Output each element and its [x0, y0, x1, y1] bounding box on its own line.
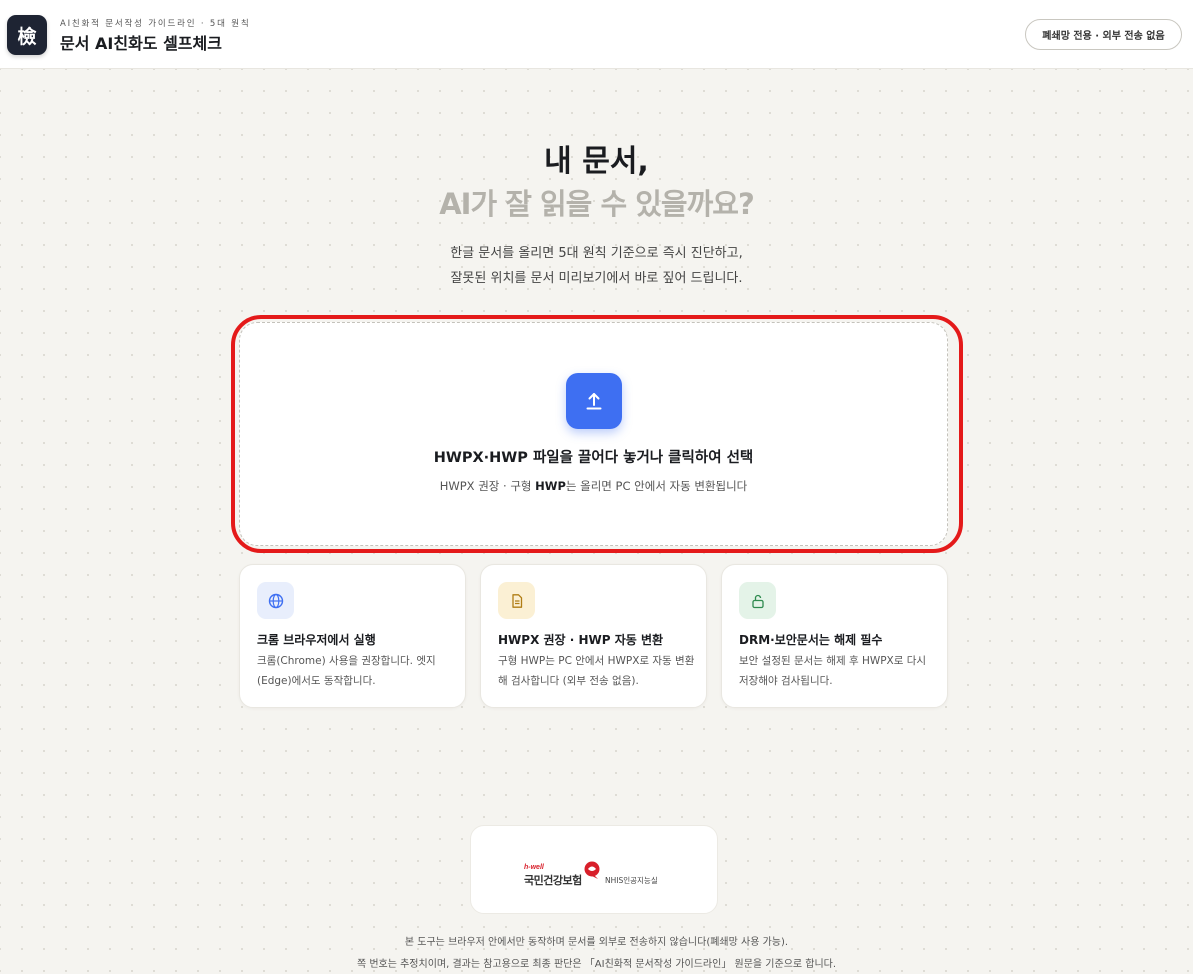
- card-body: 보안 설정된 문서는 해제 후 HWPX로 다시 저장해야 검사됩니다.: [739, 655, 927, 687]
- unlock-icon: [739, 582, 776, 619]
- app-title: 문서 AI친화도 셀프체크: [60, 34, 222, 53]
- nhis-ai-lab-label: NHIS인공지능실: [605, 876, 658, 885]
- card-title: 크롬 브라우저에서 실행: [257, 633, 376, 647]
- document-icon: [498, 582, 535, 619]
- card-title: DRM·보안문서는 해제 필수: [739, 633, 883, 647]
- partner-logo-card: h-well 국민건강보험 NHIS인공지능실: [470, 825, 718, 914]
- footer-note-disclaimer: 쪽 번호는 추정치이며, 결과는 참고용으로 최종 판단은 「AI친화적 문서작…: [356, 959, 837, 970]
- card-body: 크롬(Chrome) 사용을 권장합니다. 엣지(Edge)에서도 동작합니다.: [257, 655, 436, 687]
- hero-title-line2: AI가 잘 읽을 수 있을까요?: [439, 187, 755, 221]
- hwell-wordmark: h-well: [524, 864, 544, 871]
- nhis-name: 국민건강보험: [524, 874, 582, 887]
- header-subtitle: AI친화적 문서작성 가이드라인 · 5대 원칙: [60, 19, 251, 29]
- hero-title-line1: 내 문서,: [544, 144, 649, 179]
- footer-note-privacy: 본 도구는 브라우저 안에서만 동작하며 문서를 외부로 전송하지 않습니다(폐…: [404, 937, 789, 948]
- upload-icon[interactable]: [566, 373, 622, 429]
- nhis-logo-icon: [584, 861, 600, 879]
- info-card-hwp-conversion: HWPX 권장 · HWP 자동 변환 구형 HWP는 PC 안에서 HWPX로…: [480, 564, 707, 708]
- globe-icon: [257, 582, 294, 619]
- upload-title: HWPX·HWP 파일을 끌어다 놓거나 클릭하여 선택: [433, 450, 754, 466]
- upload-hint: HWPX 권장 · 구형 HWP는 올리면 PC 안에서 자동 변환됩니다: [439, 479, 748, 493]
- info-card-drm: DRM·보안문서는 해제 필수 보안 설정된 문서는 해제 후 HWPX로 다시…: [721, 564, 948, 708]
- card-title: HWPX 권장 · HWP 자동 변환: [498, 633, 664, 647]
- app-header: 檢 AI친화적 문서작성 가이드라인 · 5대 원칙 문서 AI친화도 셀프체크…: [0, 0, 1193, 69]
- hero-description-line2: 잘못된 위치를 문서 미리보기에서 바로 짚어 드립니다.: [450, 271, 743, 286]
- info-card-chrome: 크롬 브라우저에서 실행 크롬(Chrome) 사용을 권장합니다. 엣지(Ed…: [239, 564, 466, 708]
- card-body: 구형 HWP는 PC 안에서 HWPX로 자동 변환해 검사합니다 (외부 전송…: [498, 655, 695, 687]
- offline-badge: 폐쇄망 전용 · 외부 전송 없음: [1025, 19, 1182, 50]
- app-logo[interactable]: 檢: [7, 15, 47, 55]
- file-drop-zone[interactable]: HWPX·HWP 파일을 끌어다 놓거나 클릭하여 선택 HWPX 권장 · 구…: [239, 322, 948, 546]
- hero-description-line1: 한글 문서를 올리면 5대 원칙 기준으로 즉시 진단하고,: [450, 246, 743, 261]
